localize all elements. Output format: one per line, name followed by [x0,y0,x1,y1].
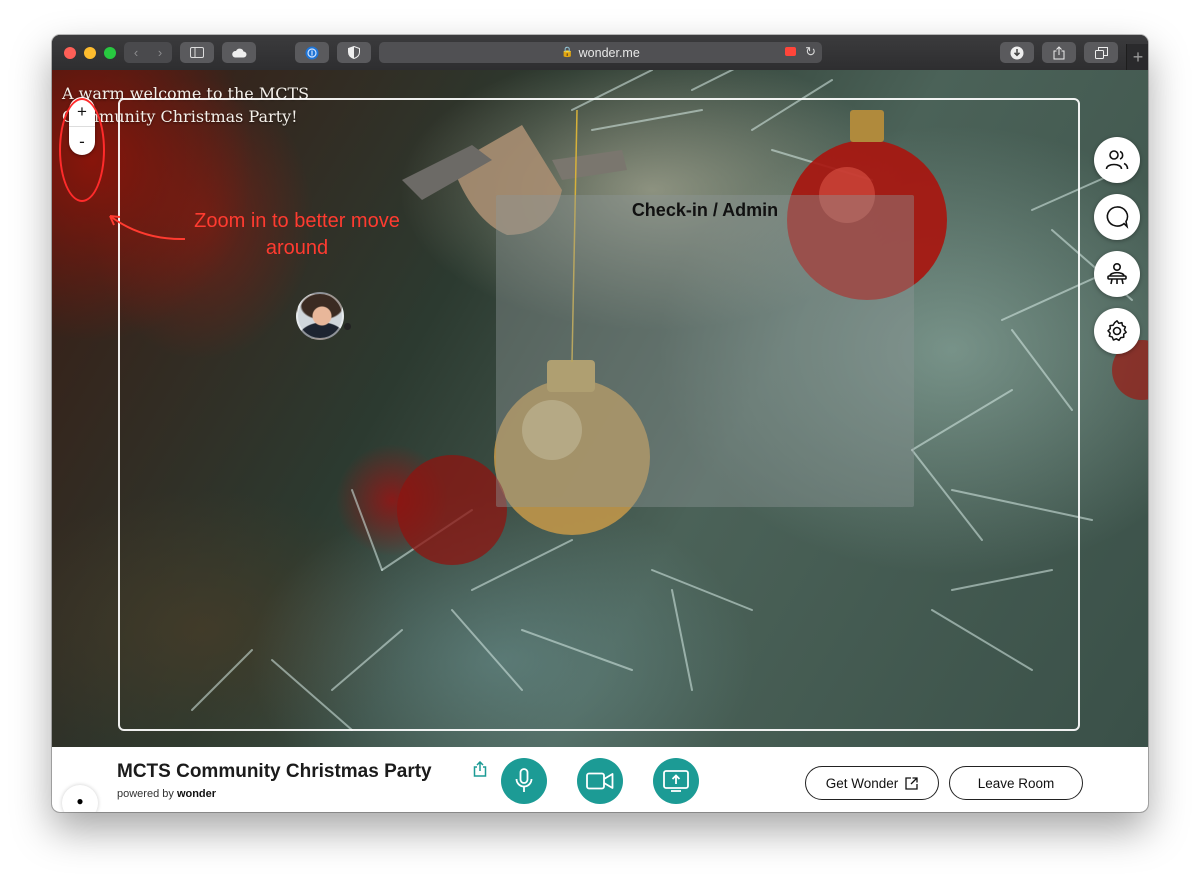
user-avatar[interactable] [296,292,344,340]
reload-icon[interactable]: ↻ [805,44,816,60]
icloud-tabs-button[interactable] [222,42,256,63]
tabs-icon [1094,46,1108,59]
microphone-icon [515,768,533,792]
chat-icon [1106,206,1129,229]
settings-button[interactable] [1094,308,1140,354]
lock-icon: 🔒 [561,47,574,58]
browser-window: ‹ › 🔒 wonder.me ↻ + A warm welcome to th… [52,35,1148,812]
password-manager-icon [305,46,319,59]
share-icon [1053,45,1065,59]
sidebar-toggle-button[interactable] [180,42,214,63]
close-window-button[interactable] [64,47,76,59]
tab-overview-button[interactable] [1084,42,1118,63]
wonder-stage[interactable]: A warm welcome to the MCTS Community Chr… [52,70,1148,747]
powered-by-brand: wonder [176,788,217,800]
party-title: MCTS Community Christmas Party [117,761,432,782]
back-icon[interactable]: ‹ [124,45,148,60]
shield-icon [348,46,360,59]
annotation-circle [59,98,105,202]
powered-by-prefix: powered by [117,788,174,800]
minimize-window-button[interactable] [84,47,96,59]
password-manager-button[interactable] [295,42,329,63]
downloads-button[interactable] [1000,42,1034,63]
get-wonder-button[interactable]: Get Wonder [805,766,939,800]
sidebar-icon [190,47,204,58]
browser-toolbar: ‹ › 🔒 wonder.me ↻ + [52,35,1148,71]
cloud-icon [232,48,247,57]
url-text: wonder.me [578,45,640,60]
address-bar[interactable]: 🔒 wonder.me ↻ [379,42,822,63]
share-button[interactable] [1042,42,1076,63]
settings-icon [1107,320,1127,342]
annotation-text: Zoom in to better move around [194,210,400,259]
screen-share-icon [663,770,689,792]
host-icon [1107,262,1127,285]
screen-share-button[interactable] [653,758,699,804]
camera-button[interactable] [577,758,623,804]
avatar-status-dot [344,323,351,330]
forward-icon[interactable]: › [148,45,172,60]
new-tab-button[interactable]: + [1126,44,1148,70]
history-nav: ‹ › [124,42,172,63]
privacy-button[interactable] [337,42,371,63]
bottom-bar: ● MCTS Community Christmas Party powered… [52,747,1148,812]
external-link-icon [905,776,918,790]
camera-icon [586,772,614,790]
camera-recording-icon[interactable] [785,47,796,56]
download-icon [1010,46,1024,59]
host-button[interactable] [1094,251,1140,297]
share-space-icon[interactable] [473,761,487,777]
powered-by: powered by wonder [117,788,216,800]
chat-button[interactable] [1094,194,1140,240]
fullscreen-window-button[interactable] [104,47,116,59]
people-icon [1105,150,1129,170]
room-check-in-admin[interactable]: Check-in / Admin [496,195,914,507]
cookie-settings-icon[interactable]: ● [62,785,98,812]
leave-room-button[interactable]: Leave Room [949,766,1083,800]
get-wonder-label: Get Wonder [825,775,899,791]
people-button[interactable] [1094,137,1140,183]
microphone-button[interactable] [501,758,547,804]
room-title: Check-in / Admin [631,200,779,220]
